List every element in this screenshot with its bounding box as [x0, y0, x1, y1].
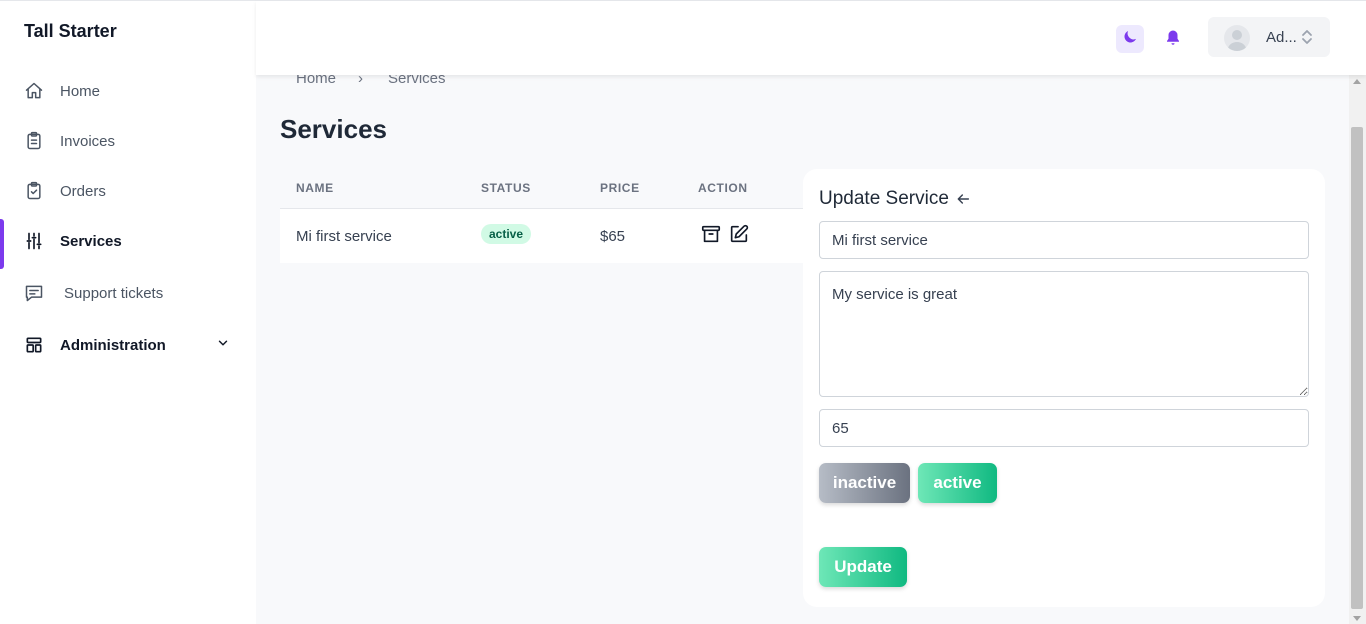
sidebar-item-support-tickets[interactable]: Support tickets: [0, 271, 256, 315]
scrollbar[interactable]: [1349, 75, 1366, 624]
column-header-status: STATUS: [481, 181, 531, 195]
arrow-left-icon[interactable]: [955, 191, 971, 207]
sidebar-item-label: Administration: [60, 336, 166, 354]
adjustments-icon: [24, 231, 44, 251]
scrollbar-thumb[interactable]: [1351, 127, 1363, 609]
edit-icon[interactable]: [728, 223, 750, 245]
sidebar: Tall Starter Home Invoices Orders Servic…: [0, 1, 256, 624]
sidebar-item-label: Services: [60, 232, 122, 250]
table-row: Mi first service active $65: [280, 209, 805, 263]
service-description-textarea[interactable]: My service is great: [819, 271, 1309, 397]
column-header-name: NAME: [296, 181, 334, 195]
sidebar-item-label: Orders: [60, 182, 106, 200]
archive-icon[interactable]: [700, 223, 722, 245]
column-header-action: ACTION: [698, 181, 748, 195]
column-header-price: PRICE: [600, 181, 640, 195]
template-icon: [24, 335, 44, 355]
service-price-cell: $65: [600, 228, 626, 245]
sidebar-item-services[interactable]: Services: [0, 219, 256, 269]
sidebar-item-label: Invoices: [60, 132, 116, 150]
services-table: NAME STATUS PRICE ACTION Mi first servic…: [280, 169, 805, 263]
inactive-button[interactable]: inactive: [819, 463, 910, 503]
service-price-input[interactable]: [819, 409, 1309, 447]
status-badge: active: [481, 224, 532, 244]
avatar: [1224, 25, 1250, 51]
sidebar-item-label: Support tickets: [64, 284, 164, 302]
home-icon: [24, 81, 44, 101]
panel-title: Update Service: [819, 188, 971, 210]
clipboard-check-icon: [24, 181, 44, 201]
clipboard-list-icon: [24, 131, 44, 151]
user-name: Ad...: [1266, 29, 1297, 46]
bell-icon: [1164, 28, 1182, 53]
update-service-panel: Update Service My service is great inact…: [803, 169, 1325, 607]
sidebar-item-administration[interactable]: Administration: [0, 323, 256, 367]
brand-title: Tall Starter: [24, 21, 117, 41]
sidebar-item-label: Home: [60, 82, 101, 100]
table-header: NAME STATUS PRICE ACTION: [280, 169, 805, 209]
panel-title-text: Update Service: [819, 188, 949, 209]
service-name-input[interactable]: [819, 221, 1309, 259]
notifications-button[interactable]: [1162, 29, 1184, 51]
chat-alt-icon: [24, 283, 44, 303]
page-title: Services: [280, 114, 387, 144]
active-button[interactable]: active: [918, 463, 997, 503]
update-button[interactable]: Update: [819, 547, 907, 587]
sidebar-item-orders[interactable]: Orders: [0, 169, 256, 213]
chevron-down-icon[interactable]: [216, 336, 230, 354]
top-header: Ad...: [256, 1, 1366, 75]
dark-mode-toggle[interactable]: [1116, 25, 1144, 53]
moon-icon: [1121, 28, 1139, 51]
user-menu-button[interactable]: Ad...: [1208, 17, 1330, 57]
scroll-up-arrow-icon[interactable]: [1353, 79, 1361, 84]
scroll-down-arrow-icon[interactable]: [1353, 616, 1361, 621]
selector-icon: [1300, 28, 1314, 51]
sidebar-item-invoices[interactable]: Invoices: [0, 119, 256, 163]
service-name-cell: Mi first service: [296, 228, 392, 245]
sidebar-item-home[interactable]: Home: [0, 69, 256, 113]
